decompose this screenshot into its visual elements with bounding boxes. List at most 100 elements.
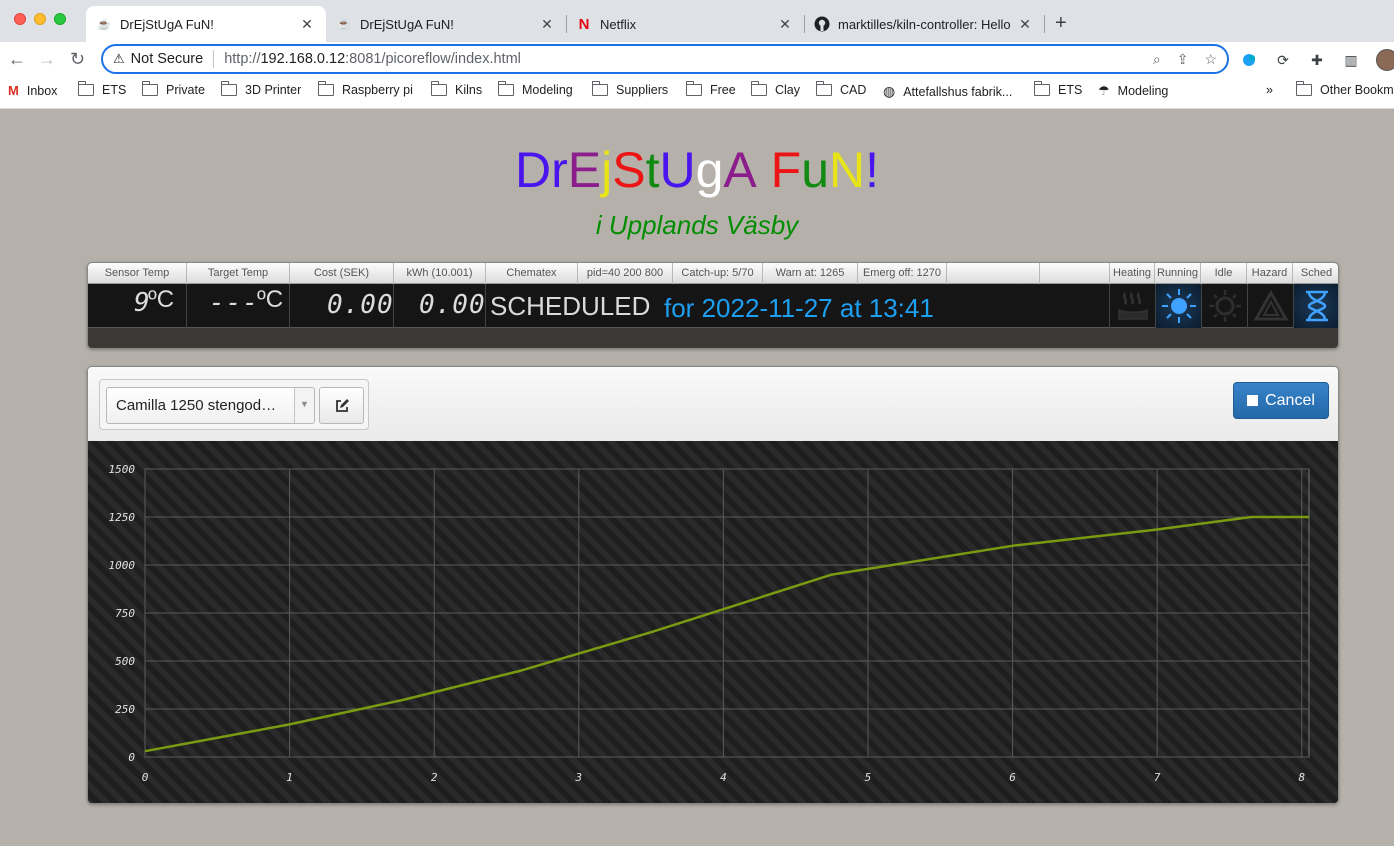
header-empty [947,263,1040,284]
y-tick-label: 1500 [109,463,136,476]
header-hazard: Hazard [1247,263,1293,284]
x-tick-label: 6 [1009,771,1016,784]
window-close-button[interactable] [14,13,26,25]
new-tab-button[interactable]: + [1055,12,1067,35]
bookmark-other[interactable]: Other Bookm [1295,81,1394,97]
target-temp-unit: ºC [257,286,284,313]
idle-sun-icon [1208,290,1241,322]
title-letter: u [801,142,830,198]
temperature-profile-chart: 0 250 500 750 1000 1250 1500 0 1 2 3 4 5 6 7 8 [88,441,1338,803]
folder-icon [497,81,514,96]
browser-tab-bar: ☕ DrEjStUgA FuN! ✕ ☕ DrEjStUgA FuN! ✕ N … [0,0,1394,42]
tab-title: marktilles/kiln-controller: Hello [838,16,1011,32]
title-letter [757,142,771,198]
share-icon[interactable]: ⇪ [1177,51,1189,68]
stop-icon [1247,395,1259,406]
edit-icon [335,398,349,412]
y-tick-label: 750 [115,607,135,620]
heating-icon [1117,292,1148,320]
close-icon[interactable]: ✕ [538,16,556,33]
folder-icon [317,81,334,96]
bookmarks-overflow-button[interactable]: » [1266,83,1273,97]
title-letter: t [645,142,660,198]
chevron-down-icon[interactable]: ▼ [294,388,314,423]
browser-tab-4[interactable]: marktilles/kiln-controller: Hello ✕ [804,6,1044,42]
gmail-icon: M [8,83,19,98]
bookmark-free[interactable]: Free [685,81,736,97]
x-tick-label: 3 [574,771,582,784]
running-indicator [1155,284,1201,328]
extension-blue-icon[interactable] [1240,51,1258,69]
bookmark-cad[interactable]: CAD [815,81,866,97]
status-header-row: Sensor Temp Target Temp Cost (SEK) kWh (… [88,263,1338,284]
title-letter: D [514,142,552,198]
close-icon[interactable]: ✕ [298,16,316,33]
window-zoom-button[interactable] [54,13,66,25]
folder-icon [77,81,94,96]
idle-indicator [1201,284,1247,328]
avatar[interactable] [1376,49,1394,71]
bookmark-private[interactable]: Private [141,81,205,97]
profile-select[interactable]: Camilla 1250 stengod… ▼ [106,387,315,424]
coffee-icon: ☕ [337,18,351,31]
reload-icon[interactable]: ↻ [70,49,85,69]
edit-profile-button[interactable] [319,387,364,424]
netflix-icon: N [578,15,590,33]
header-idle: Idle [1201,263,1247,284]
folder-icon [1033,81,1050,96]
browser-tab-1[interactable]: ☕ DrEjStUgA FuN! ✕ [86,6,326,42]
x-tick-label: 7 [1154,771,1161,784]
zoom-icon[interactable]: ⌕ [1153,51,1161,68]
close-icon[interactable]: ✕ [1016,16,1034,33]
header-catch-up: Catch-up: 5/70 [673,263,763,284]
header-pid: pid=40 200 800 [578,263,673,284]
bookmark-modeling[interactable]: Modeling [497,81,573,97]
header-chematex: Chematex [486,263,578,284]
browser-tab-2[interactable]: ☕ DrEjStUgA FuN! ✕ [326,6,566,42]
cost-value: 0.00 [327,290,394,320]
bookmark-kilns[interactable]: Kilns [430,81,482,97]
title-letter: S [612,142,646,198]
not-secure-label[interactable]: Not Secure [131,51,204,67]
bookmark-raspberry-pi[interactable]: Raspberry pi [317,81,413,97]
close-icon[interactable]: ✕ [776,16,794,33]
star-icon[interactable]: ☆ [1204,51,1217,68]
title-letter: j [601,142,613,198]
hazard-icon [1253,290,1288,321]
x-tick-label: 8 [1298,771,1305,784]
x-tick-label: 2 [431,771,438,784]
sched-indicator [1293,284,1338,328]
title-letter: F [770,142,802,198]
forward-arrow-icon[interactable]: → [38,49,56,69]
folder-icon [750,81,767,96]
profile-selector-group: Camilla 1250 stengod… ▼ [99,379,369,430]
tab-title: DrEjStUgA FuN! [120,16,214,32]
header-sched: Sched [1300,267,1333,279]
browser-tab-3[interactable]: N Netflix ✕ [566,6,804,42]
bookmark-ets-2[interactable]: ETS [1033,81,1082,97]
browser-toolbar: ← → ↻ ⚠ Not Secure http://192.168.0.12:8… [0,42,1394,76]
folder-icon [141,81,158,96]
sync-icon[interactable]: ⟳ [1274,51,1292,69]
bookmark-inbox[interactable]: M Inbox [8,83,57,98]
url-text[interactable]: http://192.168.0.12:8081/picoreflow/inde… [224,51,521,67]
puzzle-icon[interactable]: ✚ [1308,51,1326,69]
cancel-button[interactable]: Cancel [1233,382,1329,419]
hourglass-icon [1306,290,1328,322]
header-warn: Warn at: 1265 [763,263,858,284]
bookmark-modeling-2[interactable]: ☂ Modeling [1098,83,1168,99]
bookmark-attefallshus[interactable]: ◍ Attefallshus fabrik... [883,83,1012,100]
bookmark-suppliers[interactable]: Suppliers [591,81,668,97]
bookmark-ets[interactable]: ETS [77,81,126,97]
sidebar-icon[interactable]: ▥ [1342,51,1360,69]
back-arrow-icon[interactable]: ← [8,49,26,69]
state-text: SCHEDULED [490,291,651,321]
address-bar[interactable]: ⚠ Not Secure http://192.168.0.12:8081/pi… [101,44,1229,74]
bookmark-3d-printer[interactable]: 3D Printer [220,81,301,97]
cancel-label: Cancel [1265,391,1315,409]
schedule-text: for 2022-11-27 at 13:41 [664,293,934,323]
bookmark-clay[interactable]: Clay [750,81,800,97]
tab-title: Netflix [600,16,637,32]
x-tick-label: 5 [865,771,872,784]
window-minimize-button[interactable] [34,13,46,25]
